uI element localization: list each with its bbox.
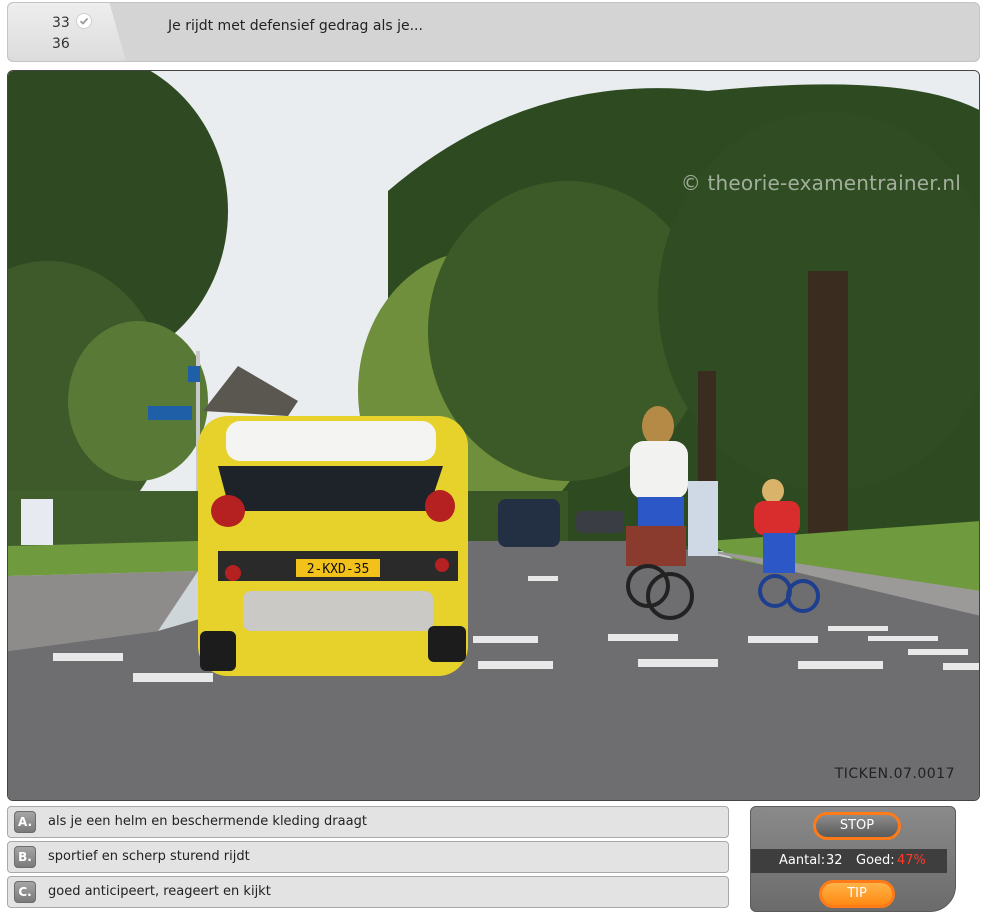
question-image: 2-KXD-35 © theorie-examentrainer.nl TICK… bbox=[7, 70, 980, 801]
count-value: 32 bbox=[826, 853, 843, 868]
correct-label: Goed: bbox=[856, 853, 895, 868]
answer-text-a: als je een helm en beschermende kleding … bbox=[48, 814, 367, 829]
count-label: Aantal: bbox=[779, 853, 826, 868]
control-panel: STOP Aantal: 32 Goed: 47% TIP bbox=[750, 806, 956, 912]
check-icon bbox=[76, 13, 92, 29]
question-code: TICKEN.07.0017 bbox=[834, 766, 955, 782]
answer-option-a[interactable]: A. als je een helm en beschermende kledi… bbox=[7, 806, 729, 838]
answer-text-b: sportief en scherp sturend rijdt bbox=[48, 849, 250, 864]
answer-text-c: goed anticipeert, reageert en kijkt bbox=[48, 884, 271, 899]
answer-option-c[interactable]: C. goed anticipeert, reageert en kijkt bbox=[7, 876, 729, 908]
answer-letter-c: C. bbox=[14, 881, 36, 903]
question-counter: 33 36 bbox=[8, 3, 126, 61]
correct-value: 47% bbox=[897, 853, 926, 868]
total-questions-number: 36 bbox=[52, 36, 70, 52]
stop-button[interactable]: STOP bbox=[813, 812, 901, 840]
answer-letter-a: A. bbox=[14, 811, 36, 833]
answer-letter-b: B. bbox=[14, 846, 36, 868]
license-plate: 2-KXD-35 bbox=[307, 562, 370, 577]
watermark-text: © theorie-examentrainer.nl bbox=[680, 171, 961, 195]
score-stats: Aantal: 32 Goed: 47% bbox=[751, 849, 947, 873]
answer-option-b[interactable]: B. sportief en scherp sturend rijdt bbox=[7, 841, 729, 873]
current-question-number: 33 bbox=[52, 15, 70, 31]
question-header: 33 36 Je rijdt met defensief gedrag als … bbox=[7, 2, 980, 62]
question-text: Je rijdt met defensief gedrag als je... bbox=[168, 18, 423, 34]
tip-button[interactable]: TIP bbox=[819, 880, 895, 908]
